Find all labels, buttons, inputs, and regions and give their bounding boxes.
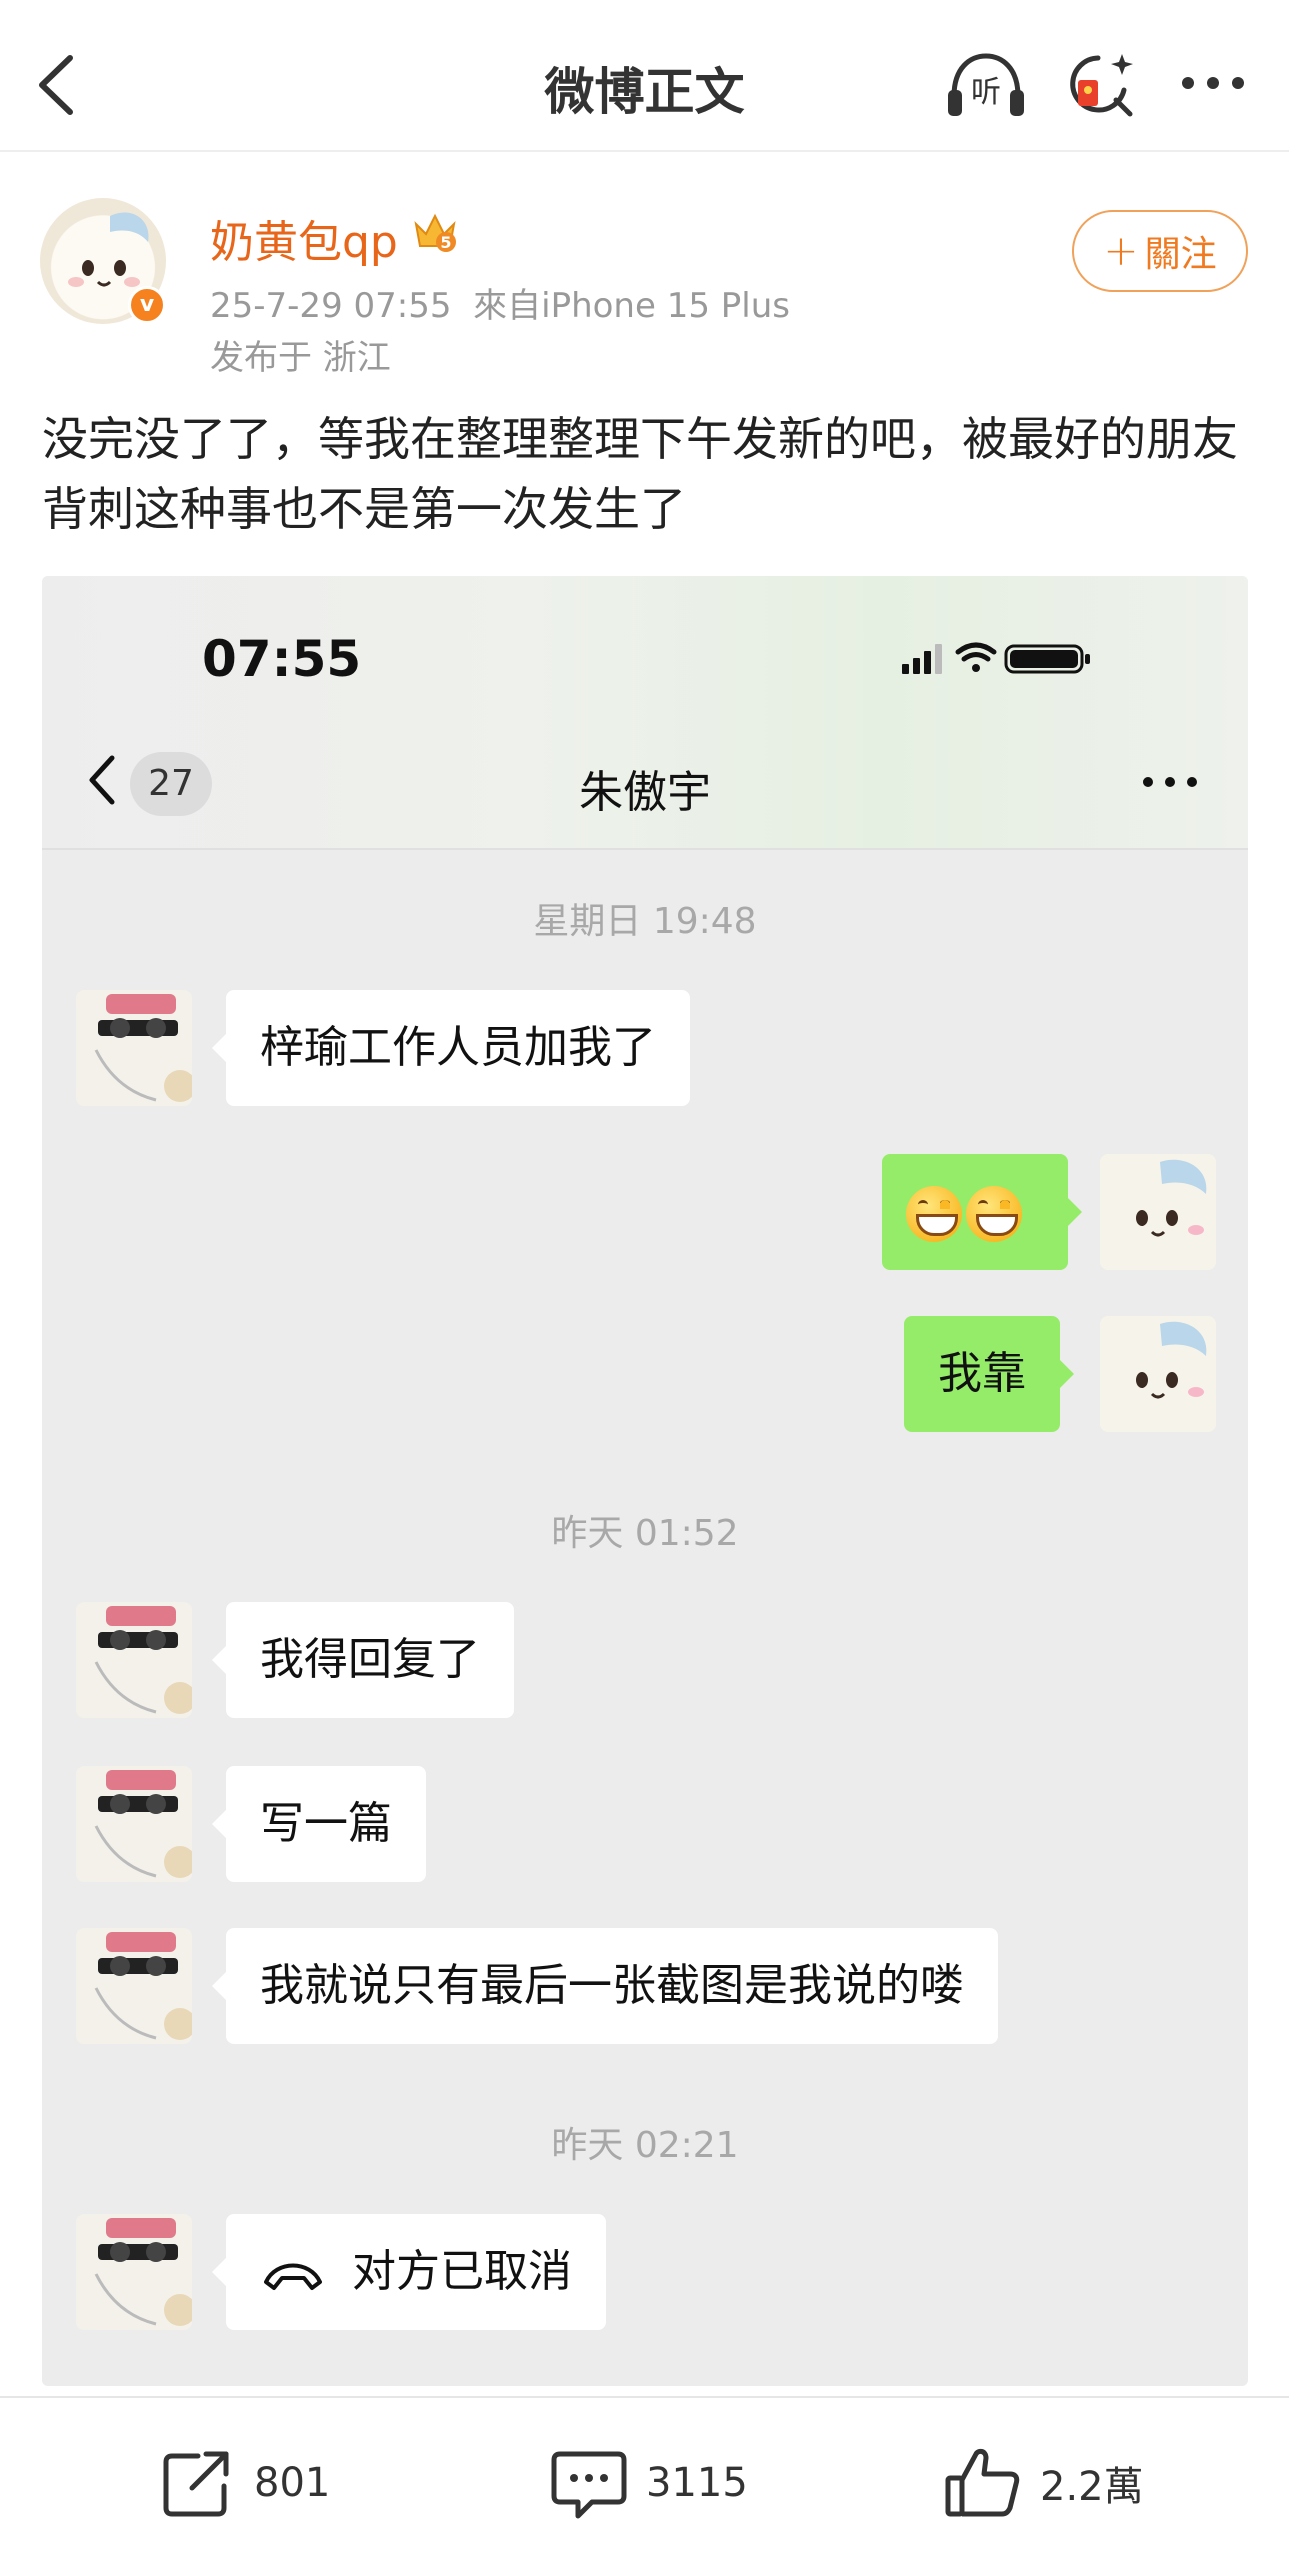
post-meta: 25-7-29 07:55 來自iPhone 15 Plus — [210, 278, 790, 327]
thumbs-up-icon — [945, 2448, 1020, 2517]
post-body-text: 没完没了了，等我在整理整理下午发新的吧，被最好的朋友背刺这种事也不是第一次发生了 — [42, 412, 1238, 536]
like-button[interactable]: 2.2萬 — [944, 2438, 1144, 2528]
sender-avatar — [76, 1602, 192, 1718]
call-cancelled-icon — [264, 2263, 322, 2290]
message-bubble-outgoing-emoji — [882, 1154, 1082, 1270]
call-status-text: 对方已取消 — [352, 2246, 572, 2297]
wifi-icon — [955, 642, 997, 655]
status-icons — [902, 642, 1090, 674]
sender-avatar — [76, 1928, 192, 2044]
follow-label: 關注 — [1144, 234, 1217, 275]
chat-contact-name: 朱傲宇 — [579, 767, 711, 818]
comment-icon — [551, 2451, 627, 2519]
message-bubble-incoming: 写一篇 — [212, 1766, 426, 1882]
signal-icon — [902, 664, 909, 674]
chat-timestamp: 昨天 02:21 — [551, 2125, 739, 2166]
top-nav-bar: 微博正文 听 — [0, 0, 1289, 152]
status-clock: 07:55 — [202, 630, 362, 688]
grin-emoji-icon — [966, 1186, 1022, 1242]
listen-label: 听 — [971, 75, 1001, 110]
vip-crown-icon: 5 — [414, 213, 456, 252]
author-name[interactable]: 奶黄包qp — [210, 206, 398, 270]
bottom-action-bar: 801 3115 2.2萬 — [0, 2396, 1289, 2568]
follow-button[interactable]: + 關注 — [1072, 210, 1248, 292]
post-image-chat-screenshot[interactable]: 07:55 27 朱傲宇 星期日 19:48 梓瑜工作人员加我了 我靠 昨天 0… — [42, 576, 1248, 2386]
chat-header: 07:55 27 朱傲宇 — [42, 576, 1248, 850]
post-time: 25-7-29 07:55 — [210, 286, 452, 326]
self-avatar — [1100, 1316, 1216, 1432]
chat-timestamp: 星期日 19:48 — [533, 901, 757, 942]
message-bubble-incoming: 我得回复了 — [212, 1602, 514, 1718]
message-bubble-call: 对方已取消 — [212, 2214, 606, 2330]
repost-count: 801 — [254, 2460, 331, 2506]
post-source: 來自iPhone 15 Plus — [473, 286, 790, 326]
vip-level: 5 — [440, 233, 451, 252]
chat-timestamp: 昨天 01:52 — [551, 1513, 739, 1554]
message-bubble-outgoing: 我靠 — [904, 1316, 1074, 1432]
like-count: 2.2萬 — [1040, 2464, 1144, 2510]
sender-avatar — [76, 2214, 192, 2330]
sender-avatar — [76, 1766, 192, 1882]
self-avatar — [1100, 1154, 1216, 1270]
author-avatar[interactable]: v — [40, 198, 166, 324]
verified-badge: v — [128, 286, 166, 324]
repost-icon — [163, 2451, 229, 2517]
comment-button[interactable]: 3115 — [550, 2438, 748, 2528]
chat-more-icon — [1143, 777, 1197, 787]
plus-icon: + — [1103, 226, 1139, 275]
more-options-icon[interactable] — [1178, 68, 1248, 98]
sender-avatar — [76, 990, 192, 1106]
message-bubble-incoming: 我就说只有最后一张截图是我说的喽 — [212, 1928, 998, 2044]
listen-headphones-icon[interactable]: 听 — [944, 50, 1028, 120]
message-bubble-incoming: 梓瑜工作人员加我了 — [212, 990, 690, 1106]
comment-count: 3115 — [646, 2460, 748, 2506]
grin-emoji-icon — [906, 1186, 962, 1242]
repost-button[interactable]: 801 — [158, 2438, 330, 2528]
post-location: 发布于 浙江 — [210, 338, 391, 378]
search-redpacket-icon[interactable] — [1064, 50, 1140, 120]
